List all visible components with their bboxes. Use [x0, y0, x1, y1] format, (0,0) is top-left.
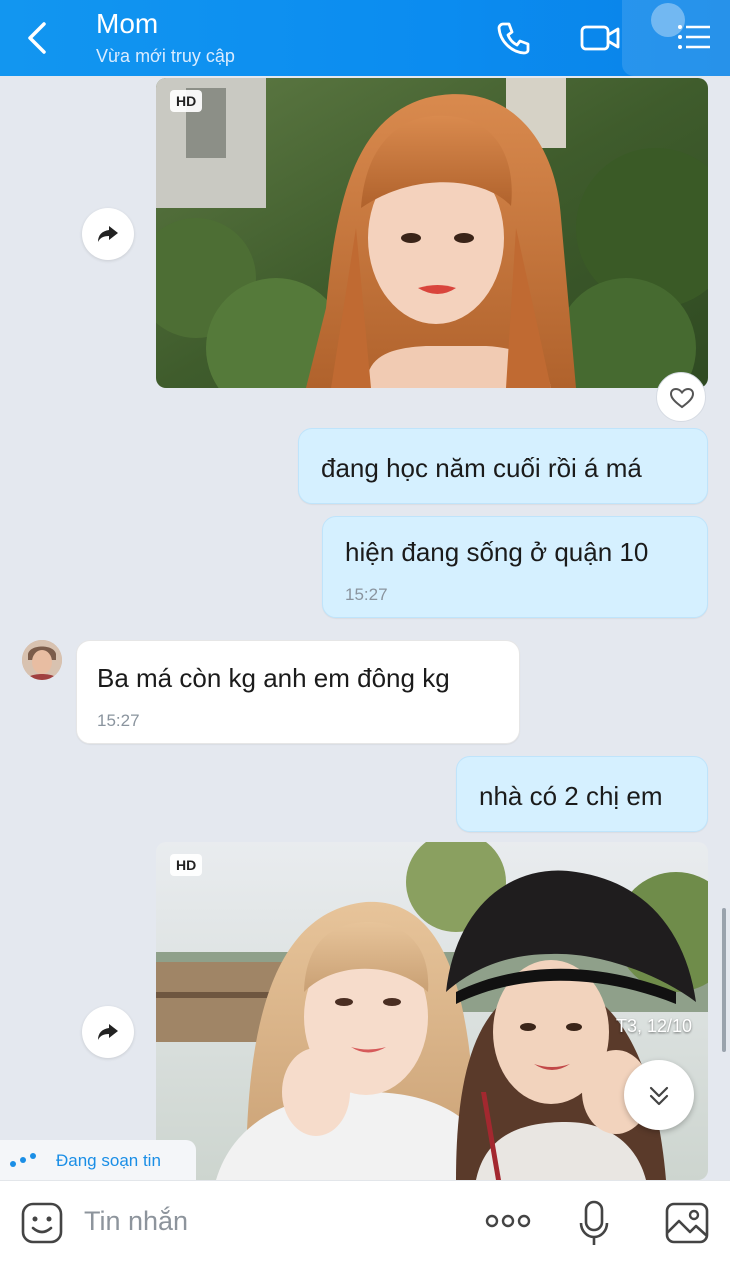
- phone-icon: [497, 22, 530, 55]
- scroll-to-bottom-button[interactable]: [624, 1060, 694, 1130]
- chat-menu-button[interactable]: [622, 0, 730, 76]
- message-list[interactable]: HD đang học năm cuối rồi á má hiện đang …: [0, 76, 730, 1180]
- photo-gallery-button[interactable]: [664, 1201, 710, 1250]
- message-text: nhà có 2 chị em: [479, 781, 663, 811]
- typing-indicator: Đang soạn tin: [0, 1140, 196, 1180]
- voice-message-button[interactable]: [578, 1199, 610, 1252]
- message-input[interactable]: [84, 1201, 464, 1241]
- message-text: hiện đang sống ở quận 10: [345, 537, 649, 567]
- chat-header: Mom Vừa mới truy cập: [0, 0, 730, 76]
- heart-icon: [669, 387, 695, 409]
- forward-arrow-icon: [98, 226, 118, 242]
- selfie-photo: [156, 842, 708, 1180]
- forward-button[interactable]: [82, 1006, 134, 1058]
- message-text: đang học năm cuối rồi á má: [321, 453, 642, 483]
- contact-status: Vừa mới truy cập: [96, 46, 235, 66]
- contact-avatar[interactable]: [22, 640, 62, 680]
- double-chevron-down-icon: [649, 1086, 669, 1106]
- message-bubble-outgoing[interactable]: nhà có 2 chị em: [456, 756, 708, 832]
- composer-bar: [0, 1180, 730, 1263]
- message-time: 15:27: [345, 585, 388, 604]
- hd-badge: HD: [170, 90, 203, 112]
- message-bubble-incoming[interactable]: Ba má còn kg anh em đông kg 15:27: [76, 640, 520, 744]
- forward-arrow-icon: [98, 1024, 118, 1040]
- microphone-icon: [579, 1200, 609, 1245]
- photo-date: T3, 12/10: [616, 1016, 693, 1036]
- sticker-face-icon: [21, 1202, 63, 1244]
- message-bubble-outgoing[interactable]: hiện đang sống ở quận 10 15:27: [322, 516, 708, 618]
- voice-call-button[interactable]: [494, 18, 534, 58]
- avatar-photo: [22, 640, 62, 680]
- message-bubble-outgoing[interactable]: đang học năm cuối rồi á má: [298, 428, 708, 504]
- message-text: Ba má còn kg anh em đông kg: [97, 663, 450, 693]
- list-menu-icon: [651, 3, 710, 49]
- hd-badge: HD: [170, 854, 203, 876]
- image-gallery-icon: [665, 1202, 709, 1244]
- more-dots-icon: [485, 1214, 531, 1228]
- forward-button[interactable]: [82, 208, 134, 260]
- typing-indicator-text: Đang soạn tin: [56, 1151, 161, 1170]
- video-camera-icon: [580, 25, 620, 51]
- react-button[interactable]: [656, 372, 706, 422]
- photo-message[interactable]: HD T3, 12/10: [156, 842, 708, 1180]
- contact-name[interactable]: Mom: [96, 8, 158, 40]
- message-time: 15:27: [97, 711, 140, 730]
- scrollbar[interactable]: [722, 908, 726, 1052]
- typing-dots-icon: [10, 1153, 36, 1167]
- photo-message[interactable]: HD: [156, 78, 708, 388]
- chevron-left-icon: [28, 22, 46, 54]
- more-options-button[interactable]: [484, 1209, 532, 1238]
- portrait-photo: [156, 78, 708, 388]
- video-call-button[interactable]: [578, 18, 620, 58]
- back-button[interactable]: [18, 16, 58, 60]
- sticker-button[interactable]: [20, 1201, 64, 1250]
